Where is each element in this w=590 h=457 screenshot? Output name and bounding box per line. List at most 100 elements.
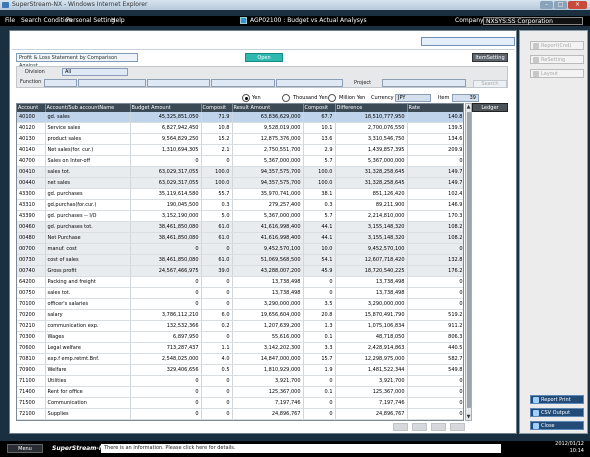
report-print-button[interactable]: Report Print [530,395,584,404]
cell-difference: 15,870,491,790 [335,309,408,322]
minimize-button[interactable]: – [540,1,553,9]
open-button[interactable]: Open [245,53,283,62]
table-row[interactable]: 70100 officer's salaries 0 0 3,290,000,000 3.… [17,298,463,311]
pager-first-button[interactable] [393,423,408,431]
cell-budget-composit: 0 [201,408,233,420]
division-field[interactable]: All [62,68,128,76]
maximize-button[interactable]: □ [554,1,567,9]
table-row[interactable]: 00460 gd. purchases tot. 38,461,850,080 61.… [17,221,463,234]
cell-rate: 146.9 [407,199,463,212]
thousand-yen-radio[interactable] [282,94,290,102]
table-row[interactable]: 71400 Rent for office 0 0 125,367,000 0.1 125,… [17,386,463,399]
function-field-4[interactable] [276,79,343,87]
table-row[interactable]: 70210 communication exp. 132,532,366 0.2 1,2… [17,320,463,333]
close-window-button[interactable]: × [568,1,587,9]
top-input[interactable] [421,37,515,46]
resetting-button[interactable]: ReSetting [530,55,584,64]
superstream-icon [240,17,247,24]
table-row[interactable]: 40130 product sales 9,564,829,250 15.2 12,87… [17,133,463,146]
table-row[interactable]: 72100 Supplies 0 0 24,896,767 0 24,896,767 0 [17,408,463,420]
col-result-amount[interactable]: Result Amount [232,104,304,112]
table-row[interactable]: 40140 Net sales(for. cur.) 1,310,694,305 2.… [17,144,463,157]
table-row[interactable]: 64200 Packing and freight 0 0 13,738,498 0 13,… [17,276,463,289]
grid-vertical-scrollbar[interactable]: ▲ ▼ [465,103,472,421]
table-row[interactable]: 71100 Utilities 0 0 3,921,700 0 3,921,700 0 [17,375,463,388]
function-field-3[interactable] [211,79,275,87]
cell-name: manuf. cost [45,243,131,256]
scroll-down-icon[interactable]: ▼ [466,414,471,420]
pager-next-button[interactable] [431,423,446,431]
table-row[interactable]: 70200 salary 3,786,112,210 6.0 19,656,604,00… [17,309,463,322]
scrollbar-thumb[interactable] [467,112,471,408]
menu-personal-setting[interactable]: Personal Setting [66,16,115,26]
cell-difference: 2,700,076,550 [335,122,408,135]
table-row[interactable]: 43310 gd.purchas(for.cur.) 190,045,500 0.3 2… [17,199,463,212]
scroll-up-icon[interactable]: ▲ [466,104,471,110]
pager-last-button[interactable] [450,423,465,431]
col-budget-composit[interactable]: Composit [201,104,233,112]
cell-result: 9,528,019,000 [232,122,304,135]
company-field[interactable]: NXSYS:SS Corporation [483,17,583,25]
table-row[interactable]: 70900 Welfare 329,406,656 0.5 1,810,929,000 1… [17,364,463,377]
col-difference[interactable]: Difference [335,104,408,112]
cell-rate: 0 [407,408,463,420]
cell-budget-composit: 61.0 [201,232,233,245]
cell-result: 125,367,000 [232,386,304,399]
cell-budget: 1,310,694,305 [130,144,202,157]
ledger-button[interactable]: Ledger [472,103,508,112]
function-field-1[interactable] [78,79,146,87]
menu-help[interactable]: Help [111,16,125,26]
col-account[interactable]: Account [17,104,46,112]
col-rate[interactable]: Rate [407,104,463,112]
report-type-select[interactable]: Profit & Loss Statement by Comparison Ag… [16,53,138,69]
item-setting-button[interactable]: ItemSetting [472,53,508,62]
table-row[interactable]: 00740 Gross profit 24,567,466,975 39.0 43,28… [17,265,463,278]
col-budget-amount[interactable]: Budget Amount [130,104,202,112]
table-row[interactable]: 40120 Service sales 6,827,942,450 10.8 9,528… [17,122,463,135]
million-yen-radio[interactable] [328,94,336,102]
cell-budget-composit: 5.0 [201,210,233,223]
csv-output-button[interactable]: CSV Output [530,408,584,417]
cell-result-composit: 0.1 [303,386,336,399]
cell-result-composit: 100.0 [303,166,336,179]
table-row[interactable]: 00730 cost of sales 38,461,850,080 61.0 51,0… [17,254,463,267]
layout-label: Layout [541,71,558,77]
project-field[interactable] [382,79,466,87]
ie-icon [2,2,9,8]
search-button[interactable]: Search [473,80,507,88]
table-row[interactable]: 70810 exp.f emp.retmt.Bnf. 2,548,025,000 4.… [17,353,463,366]
menu-search-condition[interactable]: Search Condition [21,16,72,26]
table-row[interactable]: 70600 Legal welfare 713,287,437 1.1 3,142,20… [17,342,463,355]
table-row[interactable]: 70300 Wages 6,897,950 0 55,616,000 0.1 48,718,… [17,331,463,344]
currency-field[interactable]: JPY [395,94,431,102]
table-row[interactable]: 40100 gd. sales 45,325,851,050 71.9 63,836,6… [17,112,463,124]
table-row[interactable]: 00410 sales tot. 63,029,317,055 100.0 94,357… [17,166,463,179]
function-code-field[interactable] [44,79,77,87]
function-field-2[interactable] [147,79,210,87]
layout-button[interactable]: Layout [530,69,584,78]
cell-result: 51,069,568,500 [232,254,304,267]
col-result-composit[interactable]: Composit [303,104,336,112]
table-row[interactable]: 40700 Sales on Inter-off 0 0 5,367,000,000 5.… [17,155,463,168]
col-account-name[interactable]: Account/Sub accountName [45,104,131,112]
csv-icon [533,410,539,416]
pager-prev-button[interactable] [412,423,427,431]
table-row[interactable]: 00700 manuf. cost 0 0 9,452,570,100 10.0 9,452… [17,243,463,256]
table-row[interactable]: 71500 Communication 0 0 7,197,746 0 7,197,746 0 [17,397,463,410]
table-row[interactable]: 43390 gd. purchases -- I/O 3,152,190,000 5.… [17,210,463,223]
table-row[interactable]: 00750 sales tot. 0 0 13,738,498 0 13,738,498 0 [17,287,463,300]
menu-file[interactable]: File [5,16,15,26]
close-button[interactable]: Close [530,421,584,430]
table-row[interactable]: 00440 net sales 63,029,317,055 100.0 94,357,… [17,177,463,190]
cell-account: 70100 [17,298,46,311]
cell-budget: 0 [130,287,202,300]
cell-result: 55,616,000 [232,331,304,344]
information-bar[interactable]: There is an information. Please click he… [101,444,501,453]
yen-radio[interactable] [242,94,250,102]
menu-button[interactable]: Menu [7,444,43,453]
cell-name: salary [45,309,131,322]
table-row[interactable]: 00480 Net Purchase 38,461,850,080 61.0 41,61… [17,232,463,245]
clock: 2012/01/12 10:14 [534,441,584,457]
table-row[interactable]: 43300 gd. purchases 35,119,614,580 55.7 35,9… [17,188,463,201]
report-condition-button[interactable]: Report(Cnd) [530,41,584,50]
